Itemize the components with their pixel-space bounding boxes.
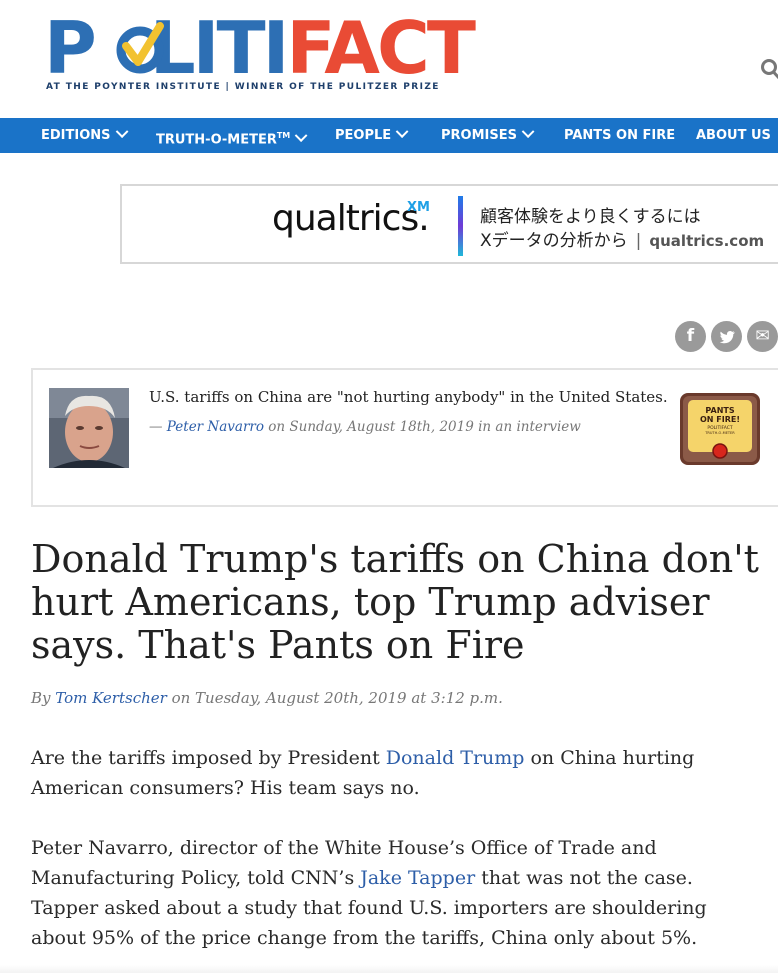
nav-promises[interactable]: PROMISES (441, 118, 535, 153)
ad-gradient-bar (458, 196, 463, 256)
nav-about-us[interactable]: ABOUT US (696, 118, 771, 153)
chevron-down-icon (294, 129, 308, 143)
logo-letter-p: P (44, 6, 97, 90)
logo-wordmark: P LITIFACT (44, 6, 476, 90)
chevron-down-icon (521, 125, 535, 139)
logo-checkmark-o-icon (116, 22, 164, 74)
article-byline: By Tom Kertscher on Tuesday, August 20th… (31, 689, 503, 707)
logo-letters-liti: LITI (149, 6, 290, 90)
page-bottom-edge (0, 965, 778, 973)
chevron-down-icon (395, 125, 409, 139)
nav-truth-o-meter[interactable]: TRUTH-O-METERTM (156, 118, 308, 153)
claim-box: U.S. tariffs on China are "not hurting a… (31, 368, 778, 507)
nav-people-label: PEOPLE (335, 128, 392, 143)
pants-on-fire-meter-icon[interactable]: PANTS ON FIRE! POLITIFACT TRUTH-O-METER (679, 392, 761, 466)
claim-statement: U.S. tariffs on China are "not hurting a… (149, 388, 668, 406)
trademark-mark: TM (276, 131, 291, 140)
nav-pants-on-fire-label: PANTS ON FIRE (564, 128, 676, 143)
ad-domain: qualtrics.com (649, 232, 765, 250)
donald-trump-link[interactable]: Donald Trump (386, 747, 525, 769)
search-icon[interactable] (760, 58, 778, 80)
twitter-share-icon[interactable] (711, 321, 742, 352)
nav-pants-on-fire[interactable]: PANTS ON FIRE (564, 118, 675, 153)
chevron-down-icon (115, 125, 128, 139)
claim-attribution: — Peter Navarro on Sunday, August 18th, … (149, 419, 581, 435)
logo-tagline: AT THE POYNTER INSTITUTE | WINNER OF THE… (46, 82, 440, 92)
claim-context: on Sunday, August 18th, 2019 in an inter… (264, 419, 581, 435)
ad-separator: | (635, 231, 642, 251)
byline-date: on Tuesday, August 20th, 2019 at 3:12 p.… (166, 689, 503, 707)
facebook-share-icon[interactable]: f (675, 321, 706, 352)
article-paragraph: Peter Navarro, director of the White Hou… (31, 833, 761, 953)
twitter-bird-icon (719, 330, 735, 344)
byline-prefix: By (31, 689, 56, 707)
nav-promises-label: PROMISES (441, 128, 517, 143)
paragraph-text: Are the tariffs imposed by President (31, 747, 386, 769)
speaker-portrait-image (49, 388, 129, 468)
ad-headline-line1: 顧客体験をより良くするには (480, 207, 701, 227)
logo-letters-fact: FACT (286, 6, 476, 90)
ad-brand-suffix: XM (407, 200, 430, 215)
meter-text-line1: PANTS (705, 406, 734, 415)
nav-people[interactable]: PEOPLE (335, 118, 409, 153)
politifact-logo[interactable]: P LITIFACT AT THE POYNTER INSTITUTE | WIN… (44, 8, 476, 96)
meter-small-line2: TRUTH-O-METER (704, 431, 735, 435)
ad-headline-line2-text: Xデータの分析から (480, 231, 628, 251)
nav-truth-o-meter-label: TRUTH-O-METER (156, 132, 277, 148)
author-link[interactable]: Tom Kertscher (55, 689, 167, 707)
article-headline: Donald Trump's tariffs on China don't hu… (31, 537, 759, 667)
email-share-icon[interactable]: ✉ (747, 321, 778, 352)
nav-editions-label: EDITIONS (41, 128, 111, 143)
jake-tapper-link[interactable]: Jake Tapper (360, 867, 475, 889)
qualtrics-ad-banner[interactable]: qualtrics. XM 顧客体験をより良くするには Xデータの分析から | qu… (120, 184, 778, 264)
main-nav: EDITIONS TRUTH-O-METERTM PEOPLE PROMISES… (0, 118, 778, 153)
nav-about-us-label: ABOUT US (696, 128, 771, 143)
speaker-link[interactable]: Peter Navarro (167, 419, 264, 435)
article-paragraph: Are the tariffs imposed by President Don… (31, 743, 761, 803)
nav-editions[interactable]: EDITIONS (41, 118, 128, 153)
speaker-photo (49, 388, 129, 468)
claim-dash: — (149, 419, 167, 435)
meter-text-line2: ON FIRE! (700, 415, 740, 424)
ad-brand-name: qualtrics. (272, 198, 430, 239)
ad-headline-line2: Xデータの分析から | qualtrics.com (480, 226, 764, 251)
